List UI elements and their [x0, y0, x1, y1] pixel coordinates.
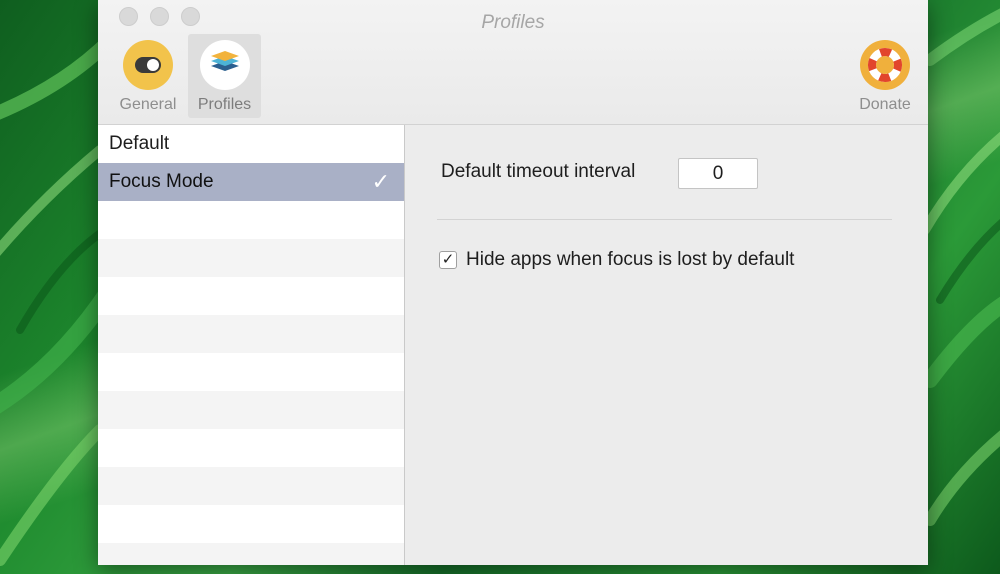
- empty-list-row: [98, 505, 404, 543]
- timeout-interval-input[interactable]: [678, 158, 758, 189]
- toolbar-general-tab[interactable]: General: [114, 34, 182, 118]
- window-title: Profiles: [481, 12, 545, 33]
- profile-name: Focus Mode: [109, 171, 214, 192]
- divider: [437, 219, 892, 220]
- timeout-interval-label: Default timeout interval: [441, 161, 636, 182]
- general-tab-label: General: [119, 96, 177, 113]
- profiles-tab-label: Profiles: [197, 96, 252, 113]
- hide-apps-option[interactable]: ✓ Hide apps when focus is lost by defaul…: [439, 249, 794, 271]
- empty-list-row: [98, 315, 404, 353]
- toolbar-profiles-tab[interactable]: Profiles: [188, 34, 261, 118]
- donate-label: Donate: [859, 96, 911, 113]
- title-bar: Profiles General Profiles Donate: [98, 0, 928, 125]
- preferences-window: Profiles General Profiles Donate Default…: [98, 0, 928, 565]
- hide-apps-checkbox[interactable]: ✓: [439, 251, 457, 269]
- empty-list-row: [98, 201, 404, 239]
- lifebuoy-icon: [860, 40, 910, 90]
- empty-list-row: [98, 239, 404, 277]
- empty-list-row: [98, 391, 404, 429]
- profile-settings-pane: Default timeout interval ✓ Hide apps whe…: [405, 125, 928, 565]
- empty-list-row: [98, 277, 404, 315]
- empty-list-row: [98, 467, 404, 505]
- profile-name: Default: [109, 133, 170, 154]
- profile-list-item-focus-mode[interactable]: Focus Mode ✓: [98, 163, 404, 201]
- checkmark-icon: ✓: [371, 169, 390, 194]
- profile-list: Default Focus Mode ✓: [98, 125, 405, 565]
- toolbar-donate-button[interactable]: Donate: [852, 34, 918, 118]
- empty-list-row: [98, 353, 404, 391]
- profile-list-item-default[interactable]: Default: [98, 125, 404, 163]
- stacked-layers-icon: [199, 40, 250, 90]
- toggle-switch-icon: [123, 40, 173, 90]
- empty-list-row: [98, 429, 404, 467]
- hide-apps-label: Hide apps when focus is lost by default: [466, 249, 795, 270]
- empty-list-row: [98, 543, 404, 565]
